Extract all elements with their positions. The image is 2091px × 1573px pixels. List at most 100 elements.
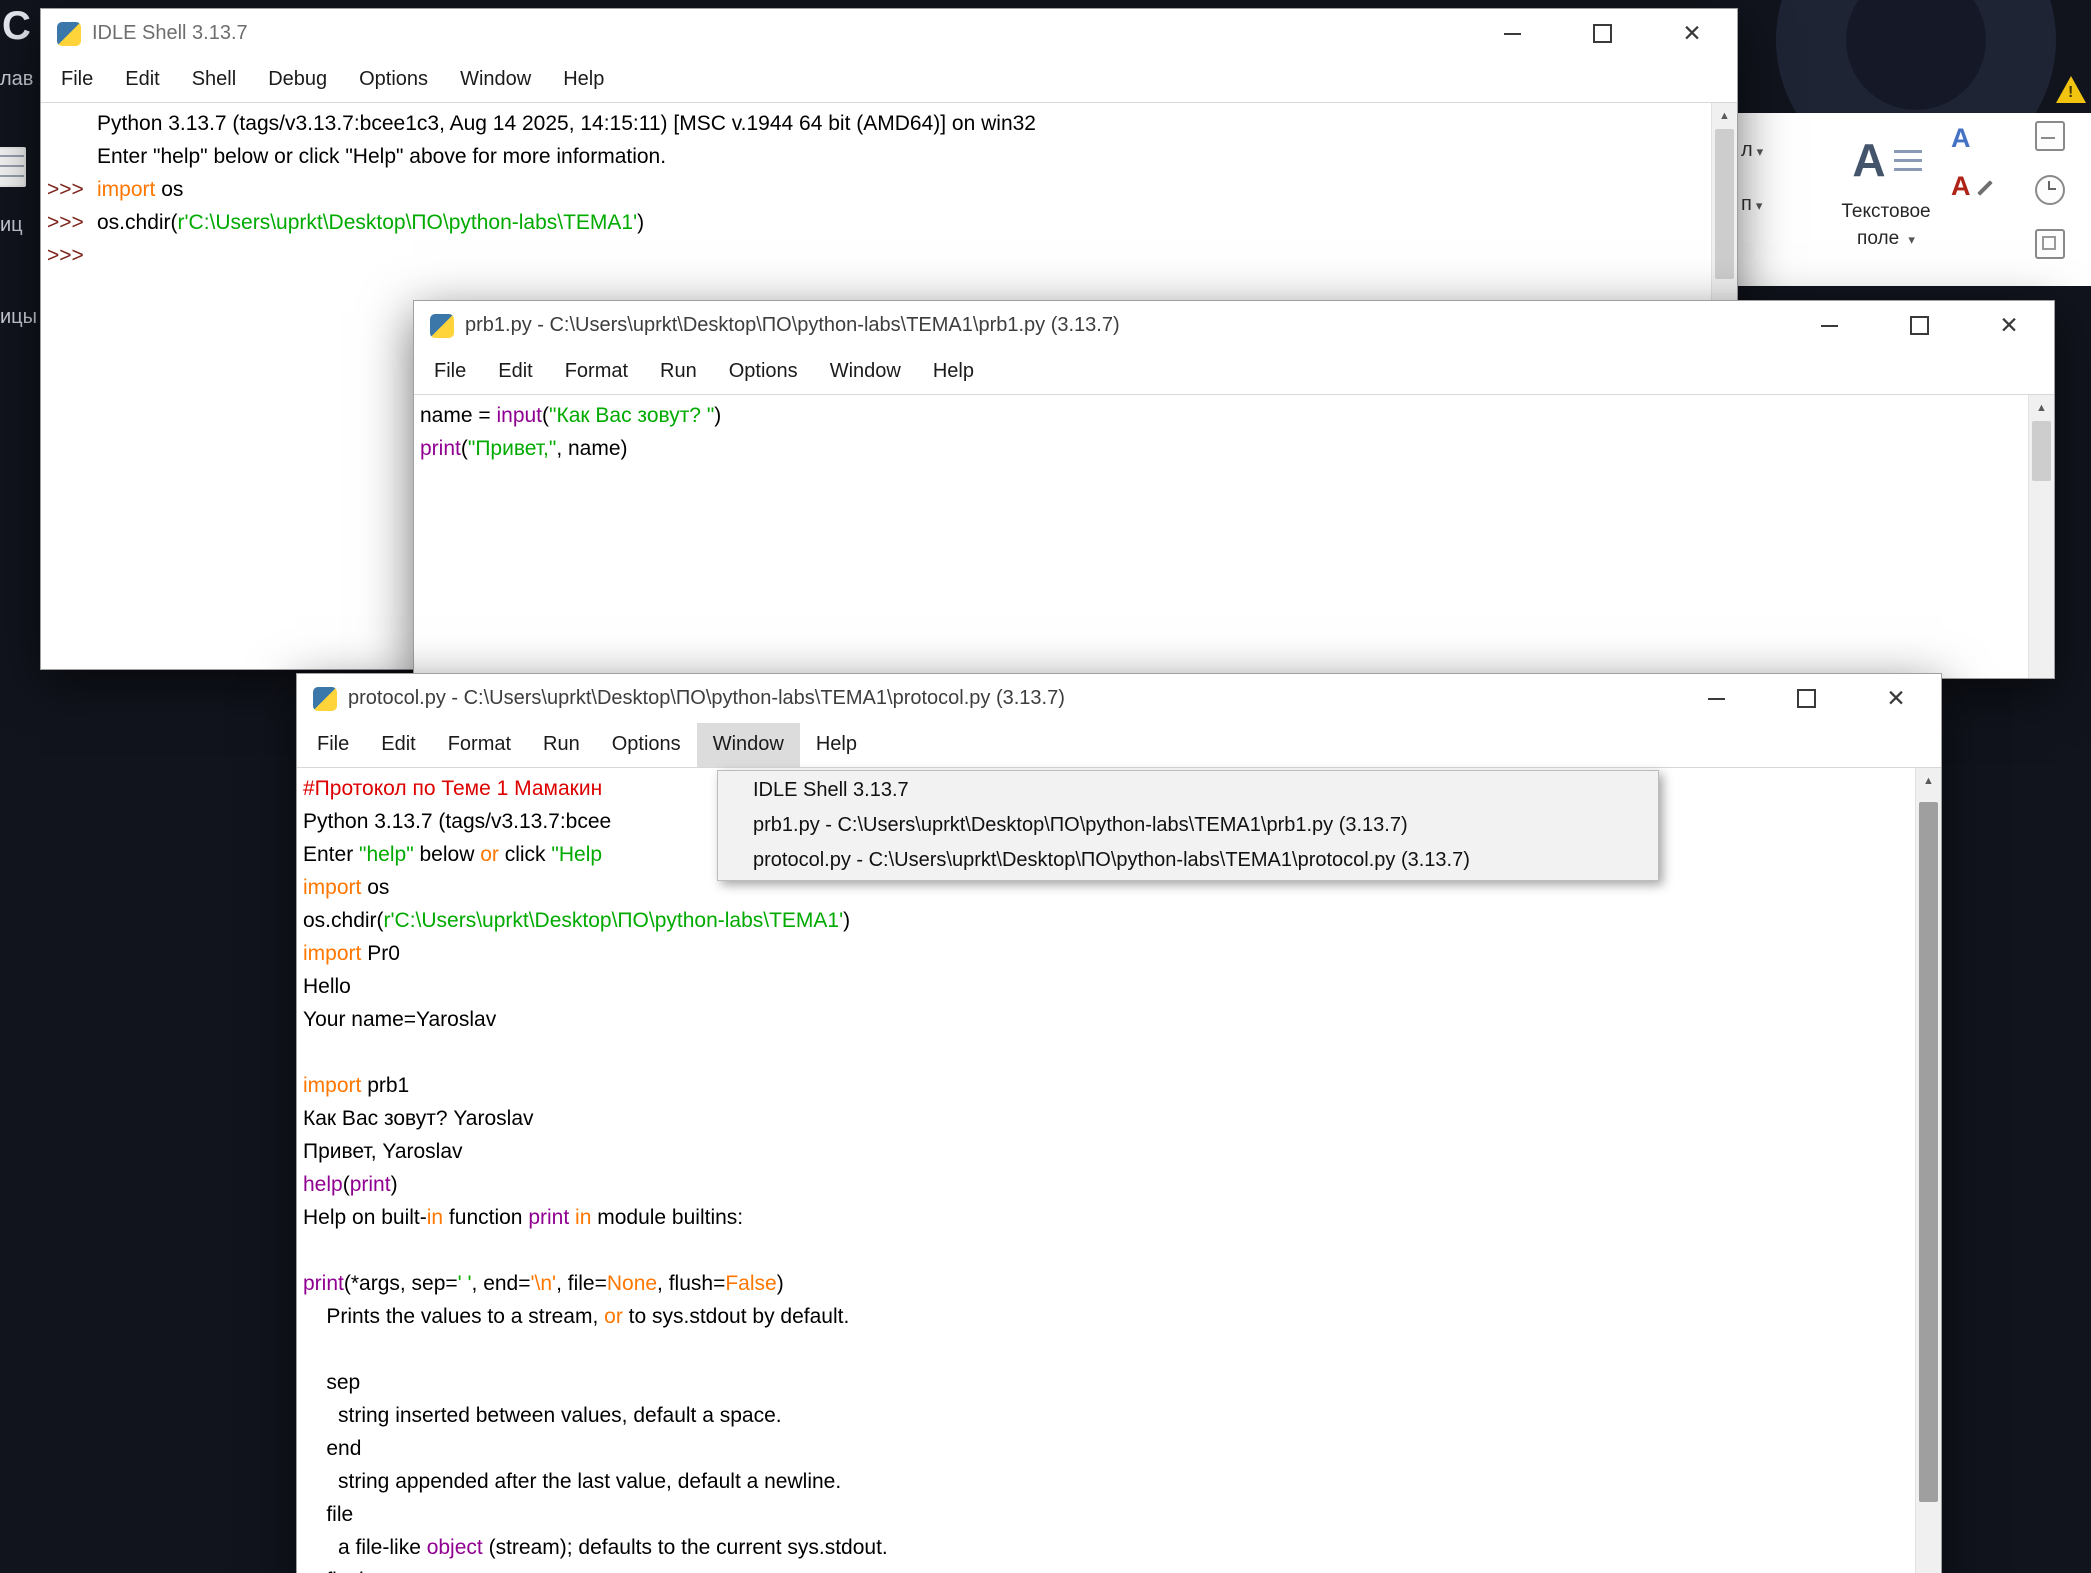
minimize-button[interactable] bbox=[1784, 301, 1874, 350]
code-token: to sys.stdout by default. bbox=[623, 1305, 849, 1328]
maximize-icon bbox=[1593, 24, 1612, 43]
shell-menu-edit[interactable]: Edit bbox=[109, 58, 175, 102]
window-controls: ✕ bbox=[1467, 9, 1737, 58]
date-time-icon[interactable] bbox=[2035, 175, 2065, 205]
prb1-titlebar[interactable]: prb1.py - C:\Users\uprkt\Desktop\ПО\pyth… bbox=[414, 301, 2054, 350]
code-line: >>>import os bbox=[47, 173, 1712, 206]
close-button[interactable]: ✕ bbox=[1851, 674, 1941, 723]
prb1-menu-window[interactable]: Window bbox=[814, 350, 917, 394]
text-box-label-line2: поле bbox=[1857, 228, 1899, 249]
code-token: os.chdir( bbox=[303, 909, 384, 932]
code-token: print bbox=[420, 437, 461, 460]
protocol-menu-edit[interactable]: Edit bbox=[365, 723, 431, 767]
code-line: file bbox=[303, 1498, 1916, 1531]
close-icon: ✕ bbox=[1682, 22, 1701, 45]
shell-menu-debug[interactable]: Debug bbox=[252, 58, 343, 102]
signature-line-icon[interactable] bbox=[2035, 121, 2065, 151]
scroll-up-icon[interactable]: ▲ bbox=[1712, 103, 1737, 128]
prb1-menu-file[interactable]: File bbox=[418, 350, 482, 394]
minimize-icon bbox=[1504, 33, 1521, 35]
window-menu-item[interactable]: prb1.py - C:\Users\uprkt\Desktop\ПО\pyth… bbox=[718, 808, 1658, 843]
code-token: (stream); defaults to the current sys.st… bbox=[483, 1536, 888, 1559]
scrollbar-thumb[interactable] bbox=[1919, 802, 1938, 1502]
protocol-menu-file[interactable]: File bbox=[301, 723, 365, 767]
protocol-menubar: FileEditFormatRunOptionsWindowHelp bbox=[297, 723, 1941, 768]
embed-object-icon[interactable] bbox=[2035, 229, 2065, 259]
desktop: C лав иц ицы ! л▾ п▾ A Текстовое поле ▾ … bbox=[0, 0, 2091, 1573]
ribbon-truncated-dropdown[interactable]: п▾ bbox=[1741, 193, 1762, 216]
window-menu-item[interactable]: IDLE Shell 3.13.7 bbox=[718, 773, 1658, 808]
code-line: string appended after the last value, de… bbox=[303, 1465, 1916, 1498]
code-line: Your name=Yaroslav bbox=[303, 1003, 1916, 1036]
background-text-fragment: иц bbox=[0, 214, 23, 237]
protocol-menu-format[interactable]: Format bbox=[432, 723, 527, 767]
minimize-button[interactable] bbox=[1671, 674, 1761, 723]
protocol-menu-help[interactable]: Help bbox=[800, 723, 873, 767]
background-text-fragment: лав bbox=[0, 68, 33, 91]
shell-menu-file[interactable]: File bbox=[45, 58, 109, 102]
protocol-scrollbar[interactable]: ▲ bbox=[1915, 768, 1941, 1573]
scroll-up-icon[interactable]: ▲ bbox=[2029, 395, 2054, 420]
code-token: os bbox=[361, 876, 389, 899]
text-box-button[interactable]: A bbox=[1827, 121, 1947, 199]
code-line: Python 3.13.7 (tags/v3.13.7:bcee1c3, Aug… bbox=[47, 107, 1712, 140]
protocol-text-area[interactable]: #Протокол по Теме 1 МамакинPython 3.13.7… bbox=[297, 768, 1916, 1573]
code-token: ( bbox=[542, 404, 549, 427]
code-token: ( bbox=[461, 437, 468, 460]
shell-window-title: IDLE Shell 3.13.7 bbox=[92, 22, 248, 45]
prb1-menu-edit[interactable]: Edit bbox=[482, 350, 548, 394]
scroll-up-icon[interactable]: ▲ bbox=[1916, 768, 1941, 793]
protocol-menu-window[interactable]: Window bbox=[697, 723, 800, 767]
code-token: string inserted between values, default … bbox=[303, 1404, 782, 1427]
prb1-menu-format[interactable]: Format bbox=[549, 350, 644, 394]
code-token: help bbox=[303, 1173, 343, 1196]
protocol-titlebar[interactable]: protocol.py - C:\Users\uprkt\Desktop\ПО\… bbox=[297, 674, 1941, 723]
code-token: in bbox=[427, 1206, 443, 1229]
prb1-scrollbar[interactable]: ▲ bbox=[2028, 395, 2054, 678]
shell-menu-window[interactable]: Window bbox=[444, 58, 547, 102]
ribbon-truncated-dropdown[interactable]: л▾ bbox=[1741, 139, 1763, 162]
code-token: Pr0 bbox=[361, 942, 400, 965]
prb1-menu-run[interactable]: Run bbox=[644, 350, 713, 394]
pencil-icon bbox=[1977, 180, 1993, 196]
maximize-button[interactable] bbox=[1557, 9, 1647, 58]
close-button[interactable]: ✕ bbox=[1647, 9, 1737, 58]
code-token: ) bbox=[843, 909, 850, 932]
shell-titlebar[interactable]: IDLE Shell 3.13.7 ✕ bbox=[41, 9, 1737, 58]
shell-menu-options[interactable]: Options bbox=[343, 58, 444, 102]
shell-menu-help[interactable]: Help bbox=[547, 58, 620, 102]
scrollbar-thumb[interactable] bbox=[2032, 421, 2051, 481]
prb1-text-area[interactable]: name = input("Как Вас зовут? ")print("Пр… bbox=[414, 395, 2029, 678]
maximize-button[interactable] bbox=[1761, 674, 1851, 723]
maximize-button[interactable] bbox=[1874, 301, 1964, 350]
code-line bbox=[303, 1036, 1916, 1069]
prb1-editor-window: prb1.py - C:\Users\uprkt\Desktop\ПО\pyth… bbox=[413, 300, 2055, 679]
code-line: Как Вас зовут? Yaroslav bbox=[303, 1102, 1916, 1135]
code-line: os.chdir(r'C:\Users\uprkt\Desktop\ПО\pyt… bbox=[303, 904, 1916, 937]
minimize-button[interactable] bbox=[1467, 9, 1557, 58]
wordart-button[interactable]: A bbox=[1951, 123, 1971, 154]
code-token: name = bbox=[420, 404, 496, 427]
prb1-menu-help[interactable]: Help bbox=[917, 350, 990, 394]
protocol-window-title: protocol.py - C:\Users\uprkt\Desktop\ПО\… bbox=[348, 687, 1065, 710]
background-letter: C bbox=[2, 4, 31, 49]
close-button[interactable]: ✕ bbox=[1964, 301, 2054, 350]
scrollbar-thumb[interactable] bbox=[1715, 129, 1734, 279]
warning-exclamation: ! bbox=[2068, 84, 2073, 102]
code-token: string appended after the last value, de… bbox=[303, 1470, 841, 1493]
code-token: function bbox=[443, 1206, 528, 1229]
text-box-label: поле ▾ bbox=[1811, 228, 1961, 250]
text-box-label: Текстовое bbox=[1811, 201, 1961, 223]
code-token: ) bbox=[777, 1272, 784, 1295]
window-menu-item[interactable]: protocol.py - C:\Users\uprkt\Desktop\ПО\… bbox=[718, 843, 1658, 878]
protocol-menu-options[interactable]: Options bbox=[596, 723, 697, 767]
code-token: ( bbox=[343, 1173, 350, 1196]
code-line: print(*args, sep=' ', end='\n', file=Non… bbox=[303, 1267, 1916, 1300]
text-effects-button[interactable]: A bbox=[1951, 171, 1971, 202]
python-icon bbox=[57, 22, 81, 46]
prb1-menu-options[interactable]: Options bbox=[713, 350, 814, 394]
protocol-menu-run[interactable]: Run bbox=[527, 723, 596, 767]
shell-menu-shell[interactable]: Shell bbox=[176, 58, 252, 102]
code-token: import bbox=[303, 942, 361, 965]
code-token: Hello bbox=[303, 975, 351, 998]
